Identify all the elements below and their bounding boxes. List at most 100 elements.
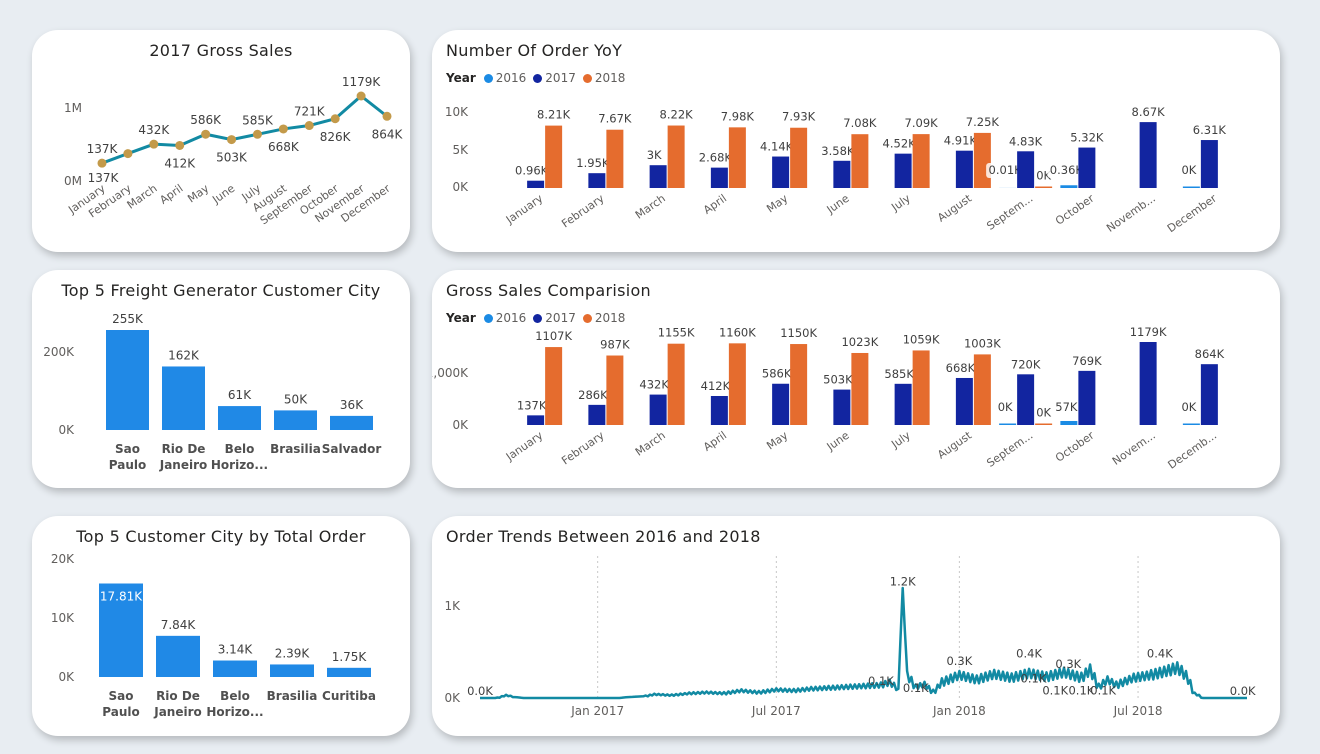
bar-2017: [1200, 364, 1218, 425]
data-point: [252, 129, 262, 139]
bar-2017: [1139, 342, 1157, 425]
freight-city-chart: 0K 200K 255K Sao Paulo 162K Rio De Janeiro 61K Be…: [43, 312, 381, 472]
order-trends-chart: 0K 1K Jan 2017 Jul 2017 Jan 2018 Jul 2018 0.0K…: [444, 556, 1256, 718]
data-label: 0.96K: [515, 164, 549, 178]
data-label: 1179K: [1130, 325, 1167, 339]
data-label: 668K: [268, 140, 300, 154]
data-label: 585K: [242, 113, 274, 127]
top-city-orders-chart: 0K 10K 20K 17.81K Sao Paulo 7.84K Rio De Janeiro…: [51, 552, 376, 719]
data-label: 3.58K: [821, 144, 855, 158]
bar-2017: [1017, 151, 1035, 188]
data-label: 255K: [112, 312, 144, 326]
data-label: 0.1K: [868, 674, 894, 688]
data-label: 2.39K: [275, 646, 311, 660]
bar-2017: [955, 150, 973, 188]
data-label: 412K: [164, 156, 196, 170]
bar-2017: [649, 165, 667, 188]
data-point: [123, 149, 133, 159]
order-trends-card: Order Trends Between 2016 and 2018 0K 1K J…: [432, 516, 1280, 736]
data-label: 0.0K: [467, 684, 493, 698]
top-city-orders-card: Top 5 Customer City by Total Order 0K 10K…: [32, 516, 410, 736]
x-tick-label: Janeiro: [153, 705, 202, 719]
data-label: 286K: [578, 388, 608, 402]
gross-sales-comparison-chart: 0K 1,000K 137K 1107K January 286K 987K February…: [432, 325, 1225, 472]
x-tick-label: October: [1053, 429, 1097, 465]
y-tick-label: 200K: [43, 345, 75, 359]
bar-2018: [728, 343, 746, 425]
bar-2018: [606, 129, 624, 188]
data-point: [330, 114, 340, 124]
data-label: 721K: [294, 105, 326, 119]
x-tick-label: April: [157, 182, 185, 207]
bar-2017: [1078, 370, 1096, 425]
data-label: 864K: [1195, 347, 1225, 361]
data-label: 769K: [1072, 354, 1102, 368]
x-tick-label: Curitiba: [322, 689, 376, 703]
data-label: 432K: [138, 123, 170, 137]
x-tick-label: January: [503, 429, 546, 464]
data-label: 1160K: [719, 325, 756, 339]
data-label: 6.31K: [1193, 123, 1227, 137]
freight-city-card: Top 5 Freight Generator Customer City 0K…: [32, 270, 410, 488]
y-tick-label: 20K: [51, 552, 75, 566]
x-tick-label: Paulo: [109, 458, 146, 472]
data-label: 864K: [372, 127, 404, 141]
y-tick-label: 10K: [51, 611, 75, 625]
data-label: 4.83K: [1009, 134, 1043, 148]
bar-2018: [790, 344, 808, 425]
data-label: 1.75K: [332, 650, 368, 664]
data-label: 50K: [284, 392, 308, 406]
x-tick-label: October: [1053, 192, 1097, 228]
data-label: 0.4K: [1016, 647, 1042, 661]
bar-2018: [545, 125, 563, 188]
bar-2017: [772, 156, 790, 188]
bar-2017: [955, 377, 973, 425]
order-yoy-chart: 0K 5K 10K 0.96K 8.21K January 1.95K 7.67K Februa…: [445, 105, 1227, 236]
bar-2018: [851, 134, 869, 188]
data-label: 0.1K: [1090, 683, 1116, 697]
data-label: 0.36K: [1050, 163, 1084, 177]
bar-2016: [999, 423, 1017, 425]
bar: [327, 667, 371, 677]
x-tick-label: Sao: [109, 689, 134, 703]
data-label: 61K: [228, 388, 252, 402]
data-point: [175, 140, 185, 150]
data-label: 586K: [762, 367, 792, 381]
data-label: 162K: [168, 348, 200, 362]
data-label: 4.91K: [944, 134, 978, 148]
x-tick-label: March: [633, 429, 668, 459]
x-tick-label: December: [1165, 192, 1220, 236]
data-label: 3.14K: [218, 643, 254, 657]
x-tick-label: Jul 2018: [1113, 704, 1163, 718]
bar-2017: [1139, 122, 1157, 188]
bar-2017: [649, 394, 667, 425]
y-tick-label: 0K: [444, 691, 461, 705]
data-point: [382, 111, 392, 121]
y-tick-label: 5K: [452, 143, 469, 157]
data-label: 8.22K: [660, 108, 694, 122]
data-label: 7.67K: [598, 112, 632, 126]
bar: [270, 664, 314, 677]
data-label: 3K: [647, 148, 662, 162]
y-tick-label: 1M: [64, 101, 82, 115]
bar-2017: [527, 415, 545, 425]
data-label: 0K: [1036, 406, 1051, 420]
data-label: 0.1K: [1042, 683, 1068, 697]
x-tick-label: June: [209, 182, 237, 207]
bar-2018: [912, 350, 930, 425]
x-tick-label: July: [888, 429, 913, 452]
data-label: 0K: [998, 400, 1013, 414]
bar-2017: [1078, 147, 1096, 188]
x-tick-label: Jul 2017: [751, 704, 801, 718]
data-label: 7.98K: [721, 109, 755, 123]
data-label: 987K: [600, 338, 630, 352]
x-tick-label: August: [935, 428, 975, 461]
data-point: [201, 129, 211, 139]
x-tick-label: August: [935, 191, 975, 224]
bar: [156, 635, 200, 677]
data-label: 0.3K: [946, 654, 972, 668]
data-label: 720K: [1011, 357, 1041, 371]
bar-2016: [1182, 423, 1200, 425]
data-label: 137K: [517, 398, 547, 412]
x-tick-label: January: [503, 192, 546, 227]
